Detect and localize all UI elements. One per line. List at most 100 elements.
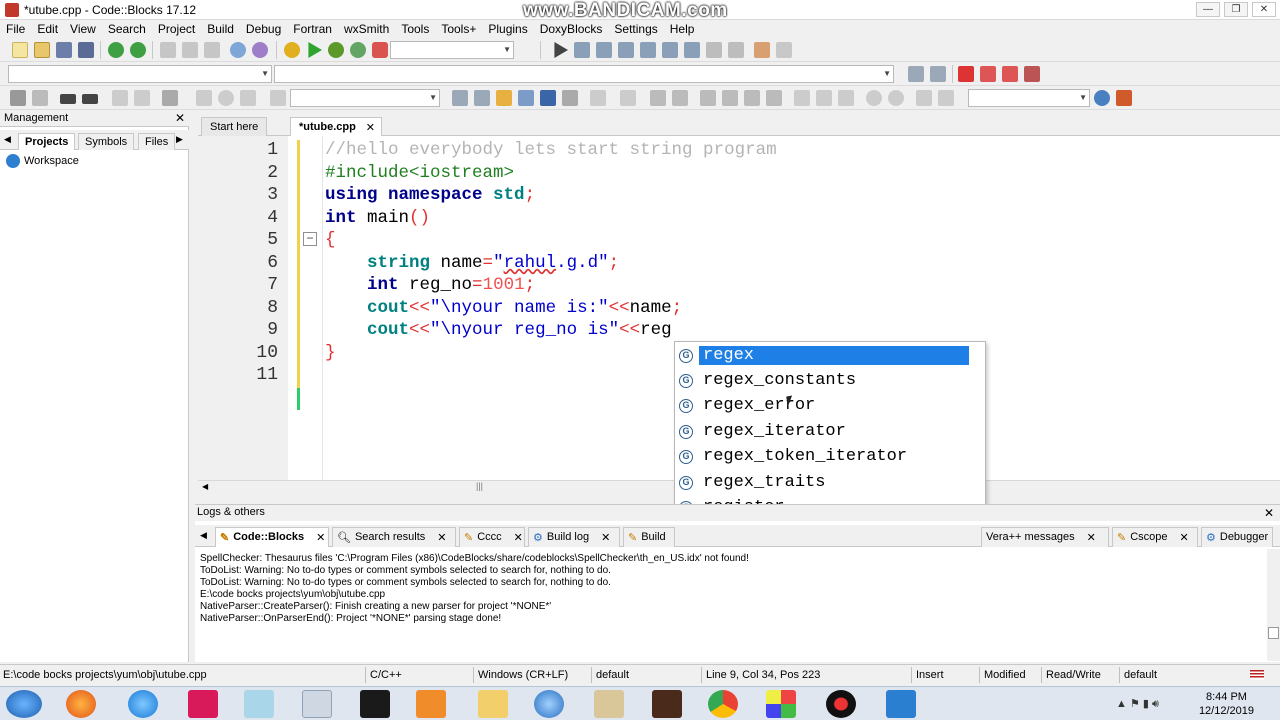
close-tab-icon[interactable]: ✕ [366, 121, 375, 134]
comment-tool-icon[interactable] [10, 90, 26, 106]
menu-file[interactable]: File [0, 22, 31, 36]
doxy-help-icon[interactable] [134, 90, 150, 106]
next-instruction-icon[interactable] [662, 42, 678, 58]
autocomplete-item[interactable]: Gregex_iterator [677, 419, 969, 444]
tab-build-messages[interactable]: ✎ Build [623, 527, 675, 547]
menu-help[interactable]: Help [664, 22, 701, 36]
close-tab-icon[interactable]: ✕ [601, 531, 610, 547]
tab-cscope[interactable]: ✎ Cscope ✕ [1112, 527, 1198, 547]
autocomplete-item[interactable]: Gregex_error [677, 393, 969, 418]
autocomplete-item[interactable]: Gregex_traits [677, 470, 969, 495]
tab-build-log[interactable]: ⚙ Build log ✕ [528, 527, 620, 547]
tab-codeblocks-log[interactable]: ✎ Code::Blocks ✕ [215, 527, 329, 547]
close-tab-icon[interactable]: ✕ [1180, 531, 1189, 547]
calculator-icon[interactable] [302, 690, 332, 718]
next-line-icon[interactable] [596, 42, 612, 58]
tab-start-here[interactable]: Start here [201, 117, 268, 136]
close-tab-icon[interactable]: ✕ [514, 531, 523, 547]
cut-icon[interactable] [160, 42, 176, 58]
frame-icon[interactable] [794, 90, 810, 106]
scroll-left-icon[interactable]: ◀ [4, 134, 11, 145]
menu-tools-plus[interactable]: Tools+ [435, 22, 482, 36]
shape-rect-icon[interactable] [620, 90, 636, 106]
jump-forward-icon[interactable] [930, 66, 946, 82]
pause-icon[interactable] [706, 42, 722, 58]
firefox-icon[interactable] [66, 690, 96, 718]
tab-symbols[interactable]: Symbols [78, 133, 135, 150]
app-film-icon[interactable] [886, 690, 916, 718]
app-game-icon[interactable] [652, 690, 682, 718]
debug-continue-icon[interactable] [554, 42, 568, 58]
menu-wxsmith[interactable]: wxSmith [338, 22, 395, 36]
autocomplete-item[interactable]: Gregex_constants [677, 368, 969, 393]
align-center-icon[interactable] [722, 90, 738, 106]
scroll-left-icon[interactable]: ◀ [202, 482, 208, 491]
prev-bookmark-icon[interactable] [980, 66, 996, 82]
frame3-icon[interactable] [838, 90, 854, 106]
match-case-icon[interactable] [540, 90, 556, 106]
copy-icon[interactable] [182, 42, 198, 58]
autocomplete-item[interactable]: Gregex_token_iterator [677, 444, 969, 469]
tab-utube-cpp[interactable]: *utube.cpp ✕ [290, 117, 382, 136]
replace-icon[interactable] [252, 42, 268, 58]
stop-debugger-icon[interactable] [728, 42, 744, 58]
system-clock[interactable]: 8:44 PM 12/12/2019 [1199, 690, 1254, 718]
select-icon[interactable] [518, 90, 534, 106]
menu-tools[interactable]: Tools [395, 22, 435, 36]
menu-project[interactable]: Project [152, 22, 201, 36]
close-tab-icon[interactable]: ✕ [1087, 531, 1096, 547]
undo-icon[interactable] [108, 42, 124, 58]
search-icon[interactable] [1094, 90, 1110, 106]
mysql-icon[interactable] [360, 690, 390, 718]
workspace-tree-item[interactable]: Workspace [6, 154, 79, 168]
scope-select[interactable]: ▼ [8, 65, 272, 83]
tab-vera-messages[interactable]: Vera++ messages ✕ [981, 527, 1109, 547]
new-file-icon[interactable] [12, 42, 28, 58]
last-icon[interactable] [240, 90, 256, 106]
align-right-icon[interactable] [744, 90, 760, 106]
scroll-left-icon[interactable]: ◀ [200, 530, 207, 541]
frame2-icon[interactable] [816, 90, 832, 106]
align-justify-icon[interactable] [766, 90, 782, 106]
debug-windows-icon[interactable] [754, 42, 770, 58]
menu-view[interactable]: View [64, 22, 102, 36]
browser-icon[interactable] [534, 690, 564, 718]
build-target-select[interactable]: ▼ [390, 41, 514, 59]
bandicam-icon[interactable] [826, 690, 856, 718]
convert-icon[interactable] [938, 90, 954, 106]
run-icon[interactable] [308, 42, 322, 58]
scroll-thumb[interactable] [1268, 627, 1279, 639]
step-into-icon[interactable] [618, 42, 634, 58]
settings-wrench-icon[interactable] [162, 90, 178, 106]
media-player-icon[interactable] [416, 690, 446, 718]
close-window-button[interactable]: ✕ [1252, 2, 1276, 17]
build-and-run-icon[interactable] [328, 42, 344, 58]
fold-collapse-icon[interactable]: − [303, 232, 317, 246]
first-icon[interactable] [196, 90, 212, 106]
menu-plugins[interactable]: Plugins [482, 22, 533, 36]
close-icon[interactable]: ✕ [1264, 506, 1274, 520]
tools-icon[interactable] [1116, 90, 1132, 106]
logs-vertical-scrollbar[interactable] [1267, 549, 1280, 661]
regex-icon[interactable] [562, 90, 578, 106]
tab-debugger[interactable]: ⚙ Debugger [1201, 527, 1273, 547]
run-to-cursor-icon[interactable] [574, 42, 590, 58]
save-all-icon[interactable] [78, 42, 94, 58]
doxy-line-comment-icon[interactable] [82, 94, 98, 104]
step-into-instruction-icon[interactable] [684, 42, 700, 58]
uncomment-tool-icon[interactable] [32, 90, 48, 106]
paint-icon[interactable] [594, 690, 624, 718]
tray-icons[interactable]: ▲ ⚑ ▮ 🔊︎ [1116, 697, 1159, 711]
align-left-icon[interactable] [700, 90, 716, 106]
clear-bookmarks-icon[interactable] [1024, 66, 1040, 82]
close-icon[interactable]: ✕ [175, 111, 185, 125]
menu-edit[interactable]: Edit [31, 22, 64, 36]
close-tab-icon[interactable]: ✕ [437, 531, 446, 547]
menu-doxyblocks[interactable]: DoxyBlocks [534, 22, 609, 36]
menu-settings[interactable]: Settings [608, 22, 663, 36]
close-tab-icon[interactable]: ✕ [316, 531, 325, 547]
pointer-icon[interactable] [590, 90, 606, 106]
scroll-thumb-grip[interactable]: ||| [476, 481, 483, 491]
scroll-right-icon[interactable]: ▶ [176, 134, 183, 145]
next-bookmark-icon[interactable] [1002, 66, 1018, 82]
